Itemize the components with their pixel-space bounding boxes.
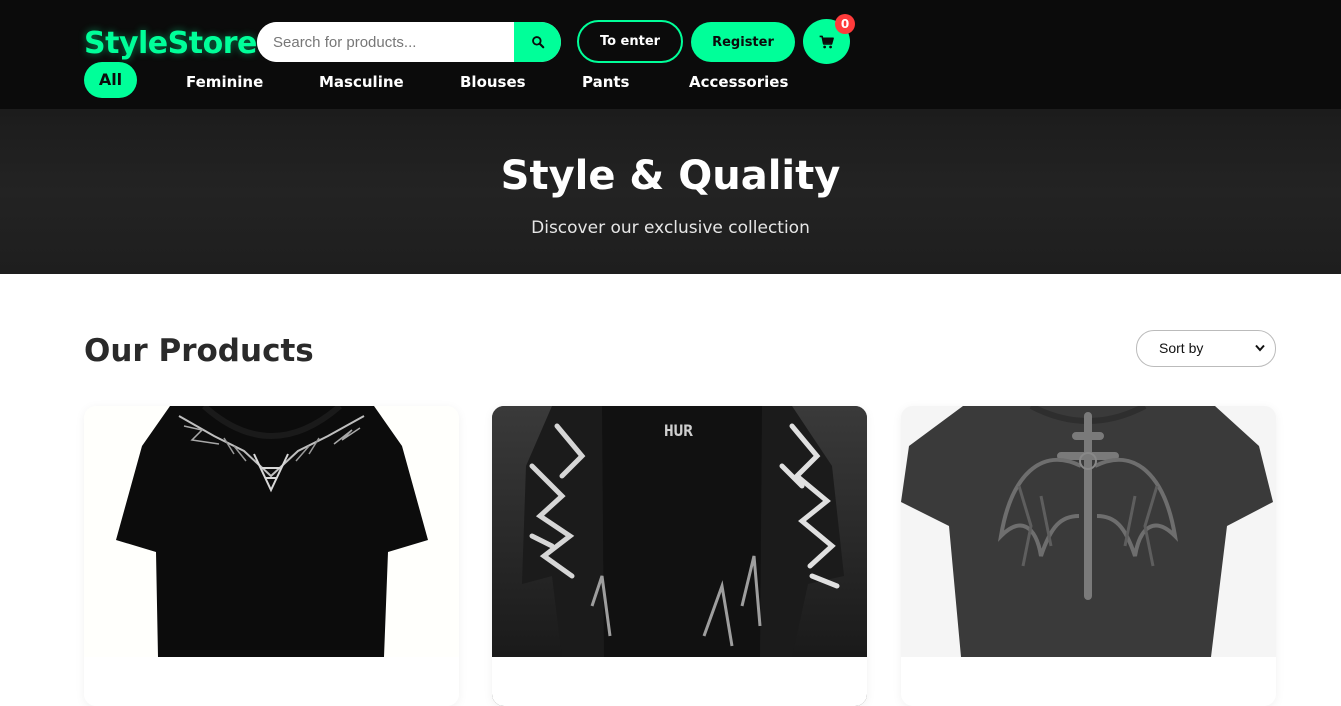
sort-select[interactable]: Sort by [1136,330,1276,367]
product-card[interactable] [84,406,459,706]
cart-icon [819,35,834,48]
product-image: HUR [492,406,867,657]
hero-title: Style & Quality [500,153,841,199]
hero-banner: Style & Quality Discover our exclusive c… [0,109,1341,274]
search-input[interactable] [257,22,514,62]
product-card-footer [901,657,1276,706]
hero-subtitle: Discover our exclusive collection [531,218,810,238]
search-button[interactable] [514,22,561,62]
nav-item-feminine[interactable]: Feminine [186,70,263,94]
site-header: StyleStore To enter Register 0 All Femin… [0,0,1341,109]
products-heading: Our Products [84,333,314,369]
nav-item-masculine[interactable]: Masculine [319,70,404,94]
nav-item-all[interactable]: All [84,62,137,98]
nav-item-pants[interactable]: Pants [582,70,630,94]
store-logo[interactable]: StyleStore [84,24,257,64]
search-icon [531,36,544,49]
register-button[interactable]: Register [691,22,795,62]
product-card[interactable]: HUR [492,406,867,706]
product-image [84,406,459,657]
search-bar [257,22,561,62]
sort-selected-value: Sort by [1159,340,1204,356]
svg-text:HUR: HUR [664,421,693,440]
cart-count-badge: 0 [835,14,855,34]
product-image [901,406,1276,657]
product-card[interactable] [901,406,1276,706]
nav-item-accessories[interactable]: Accessories [689,70,788,94]
login-button[interactable]: To enter [577,20,683,63]
nav-item-blouses[interactable]: Blouses [460,70,526,94]
product-card-footer [84,657,459,706]
product-card-footer [492,657,867,706]
chevron-down-icon [1255,344,1265,352]
